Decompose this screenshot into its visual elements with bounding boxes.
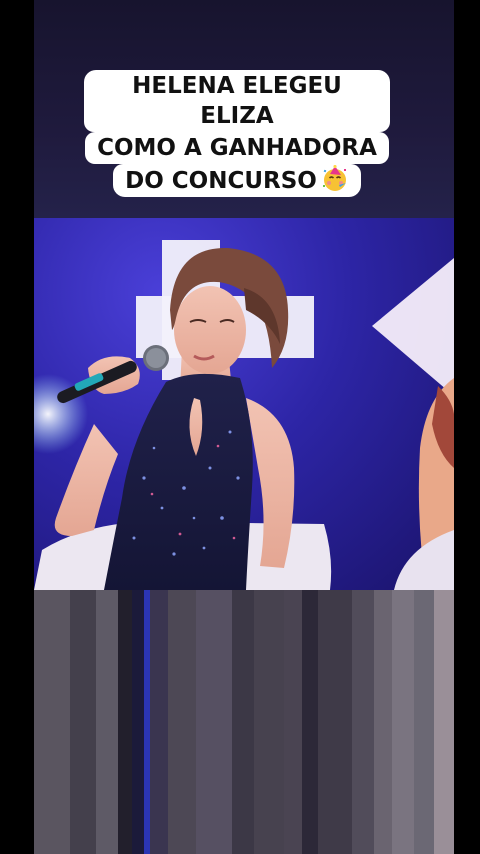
caption-box: HELENA ELEGEU ELIZA COMO A GANHADORA DO …: [84, 70, 390, 197]
caption-line-3-wrap: DO CONCURSO: [113, 164, 361, 197]
microphone-icon: [57, 345, 169, 404]
glitch-bars: [34, 590, 454, 854]
stage-scene: [34, 240, 454, 590]
caption-line-1: HELENA ELEGEU ELIZA: [84, 70, 390, 132]
caption-line-3: DO CONCURSO: [125, 168, 317, 194]
video-screen[interactable]: HELENA ELEGEU ELIZA COMO A GANHADORA DO …: [0, 0, 480, 854]
partying-face-icon: [322, 165, 346, 191]
caption-line-2: COMO A GANHADORA: [85, 132, 389, 164]
letterbox-left: [0, 0, 34, 854]
letterbox-right: [454, 0, 480, 854]
stage-video-frame[interactable]: [34, 218, 454, 590]
